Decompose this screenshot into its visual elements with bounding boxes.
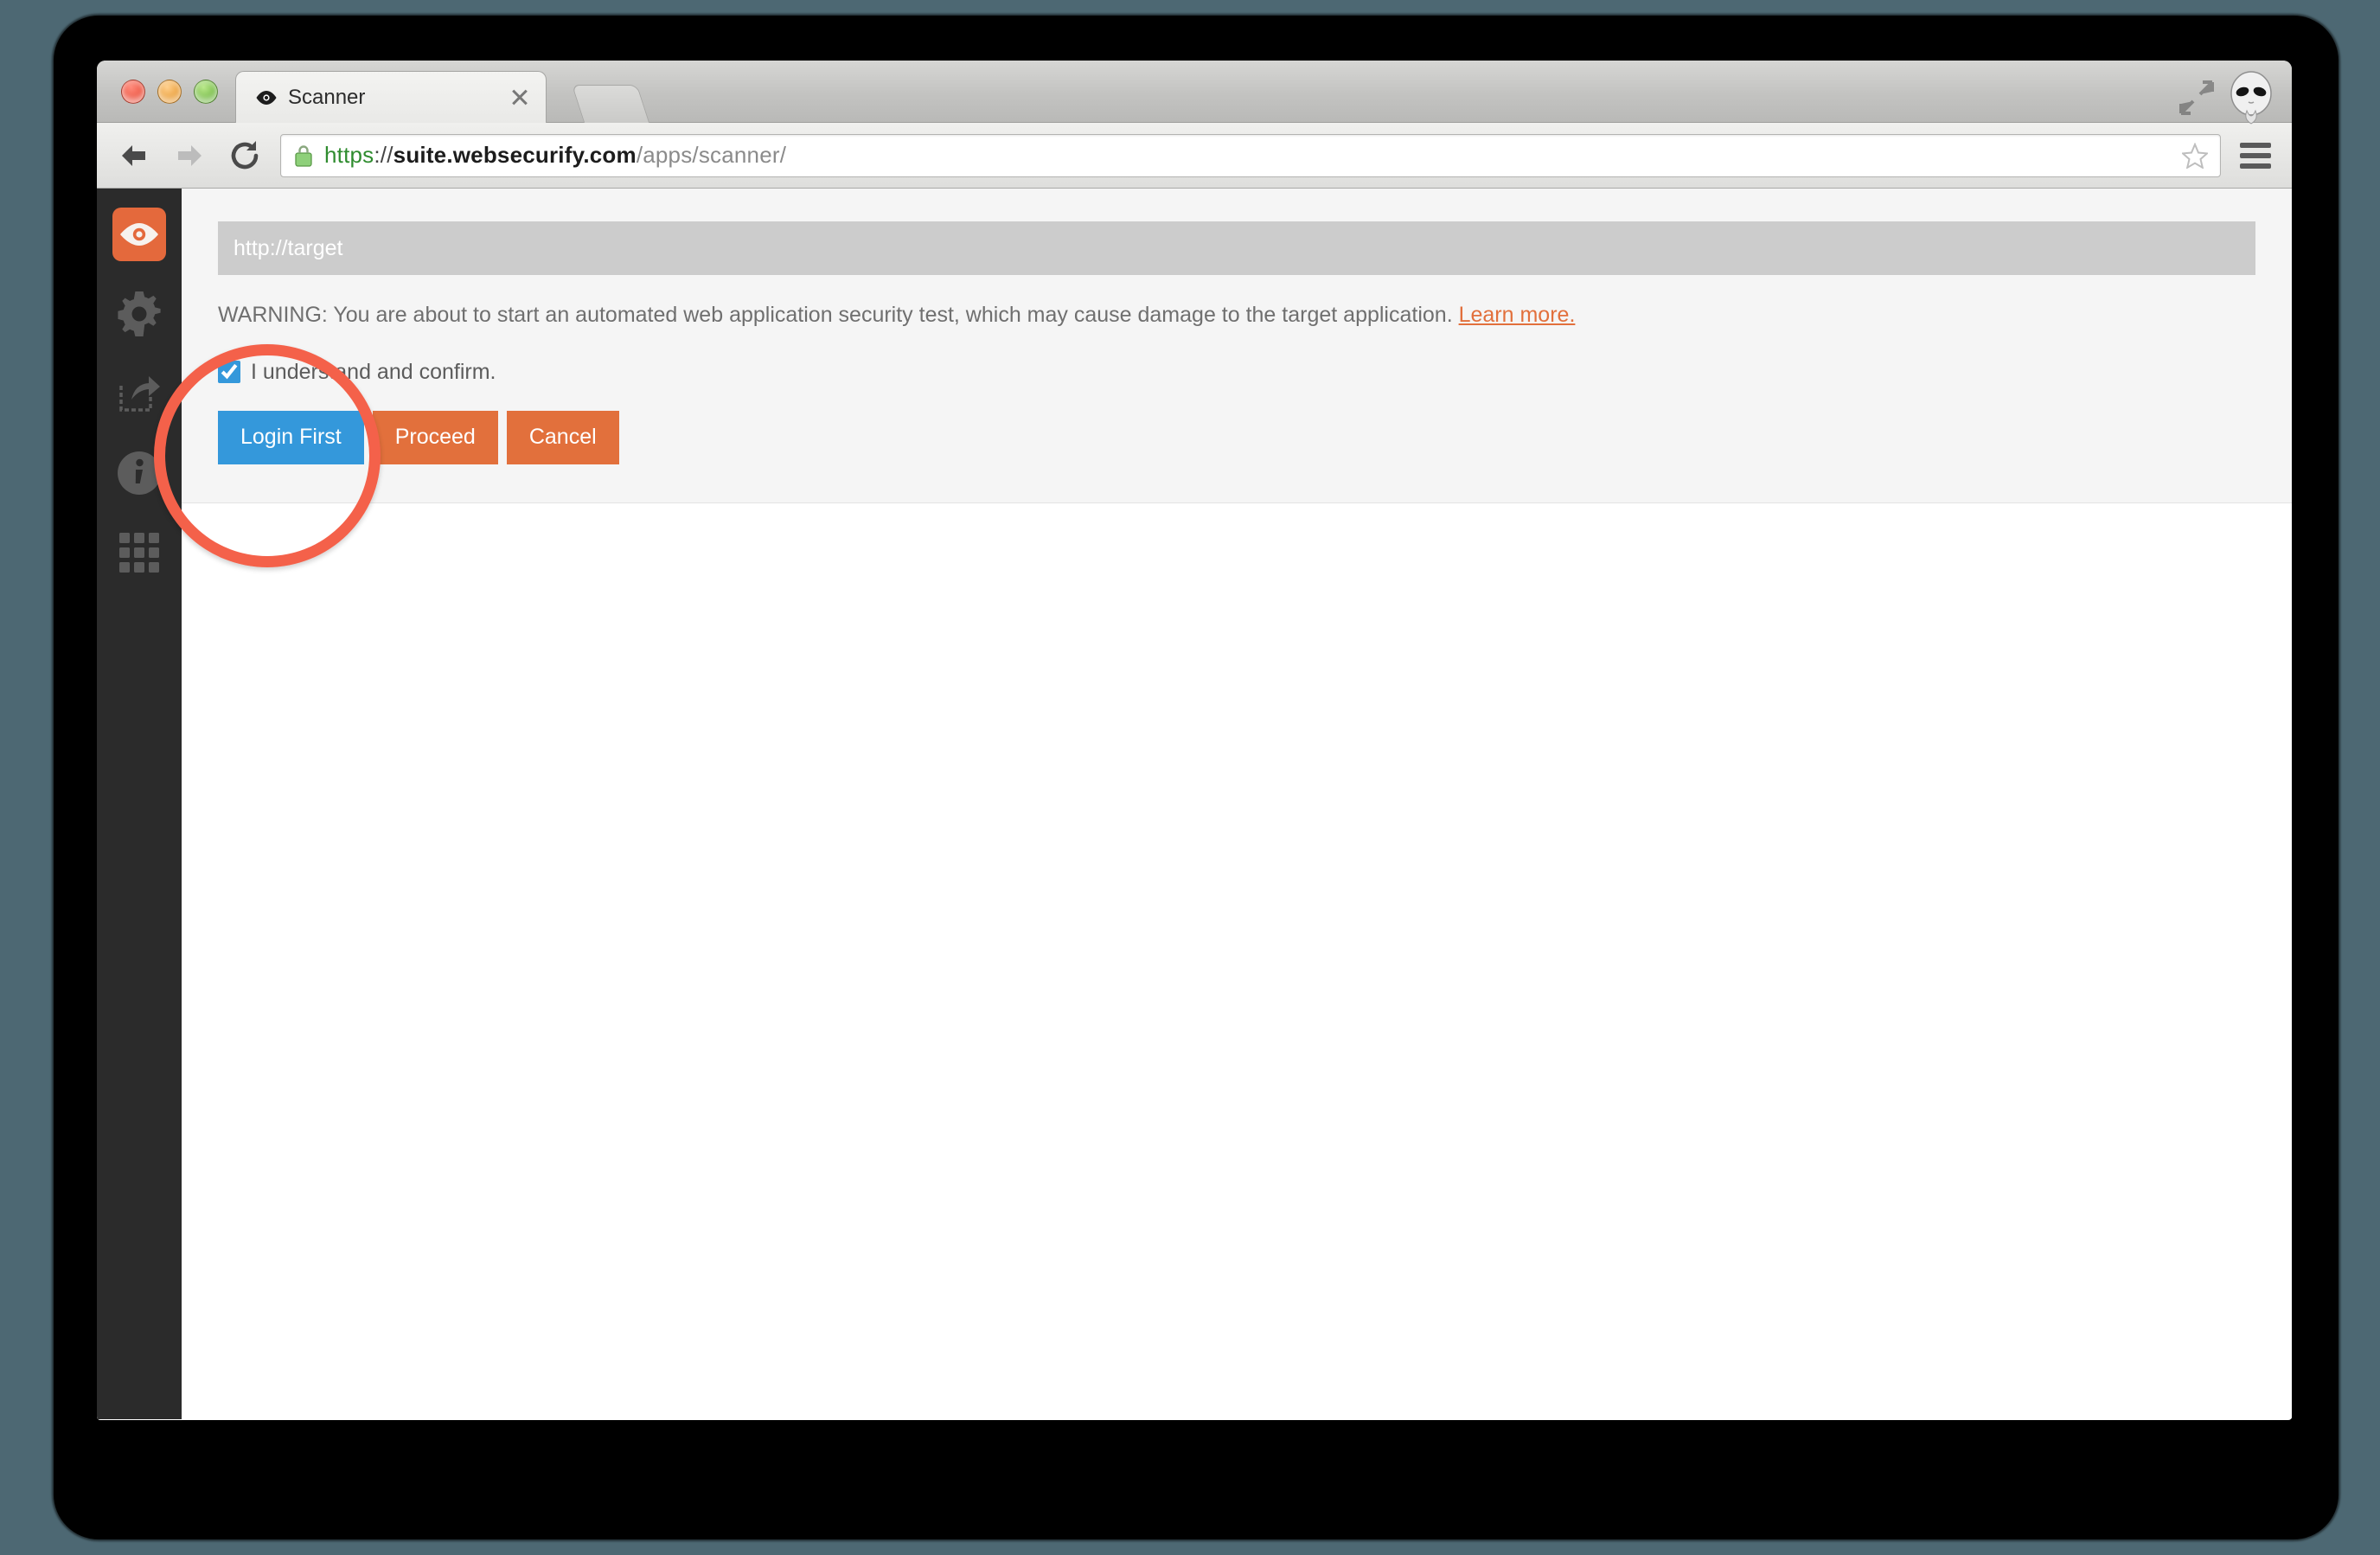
forward-arrow-icon[interactable] [170,136,209,176]
gear-icon [118,291,161,336]
sidebar-item-export[interactable] [112,367,166,420]
action-button-row: Login First Proceed Cancel [218,410,2255,464]
app-sidebar [97,189,182,1419]
url-bar[interactable]: https://suite.websecurify.com/apps/scann… [280,133,2221,177]
tab-scanner[interactable]: Scanner [235,71,547,123]
sidebar-item-info[interactable] [112,446,166,500]
learn-more-link[interactable]: Learn more. [1459,303,1576,327]
sidebar-item-apps[interactable] [112,526,166,579]
menu-bar-3 [2240,163,2271,169]
url-separator: :// [374,142,393,168]
alien-avatar-icon[interactable] [2226,71,2276,125]
back-arrow-icon[interactable] [114,136,154,176]
target-url-input[interactable] [218,221,2255,275]
browser-toolbar: https://suite.websecurify.com/apps/scann… [97,123,2292,189]
scanner-panel: WARNING: You are about to start an autom… [182,189,2292,503]
login-first-button[interactable]: Login First [218,410,364,464]
maximize-window-button[interactable] [194,80,218,104]
hamburger-menu-icon[interactable] [2236,137,2274,175]
url-text: https://suite.websecurify.com/apps/scann… [324,142,2173,169]
padlock-icon [295,144,312,167]
menu-bar-1 [2240,142,2271,148]
cancel-button[interactable]: Cancel [506,410,619,464]
sidebar-item-scanner[interactable] [112,208,166,261]
warning-message: WARNING: You are about to start an autom… [218,301,2255,330]
share-export-icon [119,376,160,412]
url-path: /apps/scanner/ [636,142,787,168]
window-controls-right [2179,71,2276,125]
understand-confirm-label: I understand and confirm. [251,359,496,384]
understand-confirm-checkbox[interactable] [218,361,240,384]
tab-title: Scanner [288,85,366,109]
star-icon[interactable] [2182,142,2208,169]
tab-strip: Scanner [97,61,2292,125]
menu-bar-2 [2240,152,2271,158]
warning-text: WARNING: You are about to start an autom… [218,303,1459,327]
fullscreen-arrows-icon[interactable] [2179,80,2214,115]
close-icon[interactable] [508,86,532,110]
app-body: WARNING: You are about to start an autom… [97,189,2292,1419]
proceed-button[interactable]: Proceed [372,410,498,464]
window-traffic-lights [121,80,218,104]
browser-window: Scanner https://suite.websecurify.com/ap… [97,61,2292,1420]
eye-icon [120,223,158,246]
url-scheme: https [324,142,374,168]
eye-icon [256,90,277,105]
confirm-row: I understand and confirm. [218,360,2255,385]
info-circle-icon [118,451,161,495]
main-content: WARNING: You are about to start an autom… [182,189,2292,1419]
url-host: suite.websecurify.com [393,142,637,168]
sidebar-item-settings[interactable] [112,287,166,341]
reload-icon[interactable] [225,136,265,176]
minimize-window-button[interactable] [157,80,182,104]
new-tab-button[interactable] [571,85,650,123]
grid-apps-icon [119,533,159,573]
scan-results-area [182,502,2292,1419]
close-window-button[interactable] [121,80,145,104]
